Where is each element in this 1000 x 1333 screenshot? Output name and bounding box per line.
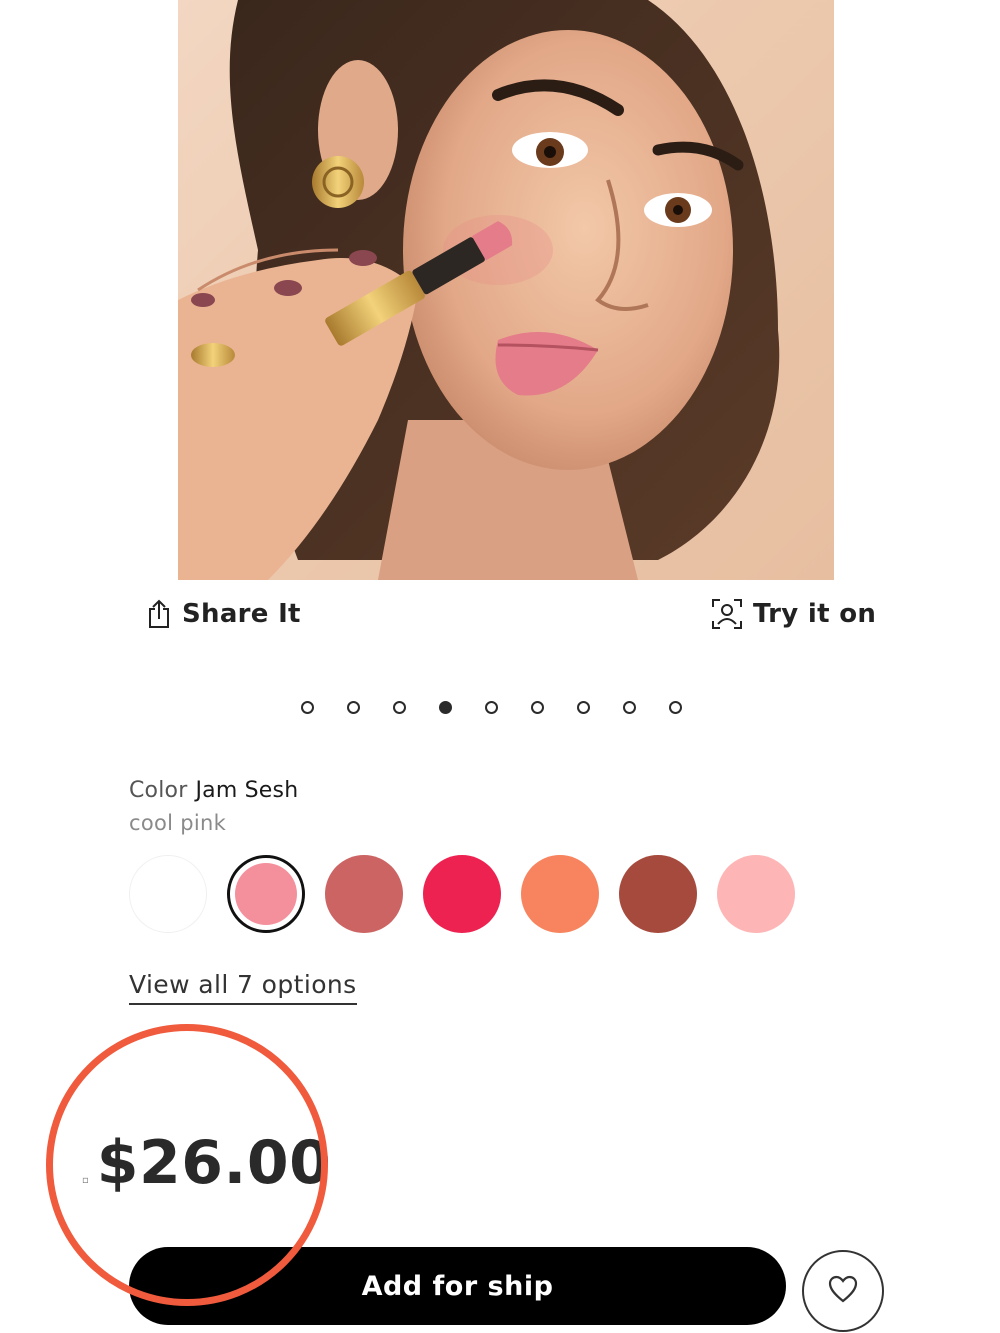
view-all-options-link[interactable]: View all 7 options	[129, 970, 357, 1005]
color-selection-label: Color Jam Sesh	[129, 778, 298, 803]
color-name: Jam Sesh	[195, 778, 299, 803]
color-swatch[interactable]	[423, 855, 501, 933]
carousel-dot[interactable]	[577, 701, 590, 714]
price-block: ▫ $26.00	[82, 1128, 331, 1198]
favorite-button[interactable]	[802, 1250, 884, 1332]
carousel-dot[interactable]	[669, 701, 682, 714]
price: $26.00	[96, 1128, 332, 1198]
share-icon	[146, 599, 172, 629]
swatch-fill	[619, 855, 697, 933]
swatch-fill	[423, 855, 501, 933]
swatch-fill	[325, 855, 403, 933]
color-swatches	[129, 855, 795, 933]
color-swatch-selected[interactable]	[227, 855, 305, 933]
share-label: Share It	[182, 599, 301, 629]
color-swatch[interactable]	[129, 855, 207, 933]
try-on-label: Try it on	[753, 599, 877, 629]
carousel-dot-active[interactable]	[439, 701, 452, 714]
face-scan-icon	[711, 598, 743, 630]
swatch-fill	[129, 855, 207, 933]
shade-description: cool pink	[129, 811, 227, 835]
color-swatch[interactable]	[325, 855, 403, 933]
product-photo-illustration	[178, 0, 780, 580]
share-button[interactable]: Share It	[146, 592, 301, 636]
add-for-ship-button[interactable]: Add for ship	[129, 1247, 786, 1325]
product-image[interactable]	[178, 0, 834, 580]
color-swatch[interactable]	[521, 855, 599, 933]
try-on-button[interactable]: Try it on	[711, 592, 876, 636]
swatch-fill	[235, 863, 297, 925]
carousel-dot[interactable]	[301, 701, 314, 714]
color-label: Color	[129, 778, 188, 803]
swatch-fill	[521, 855, 599, 933]
color-swatch[interactable]	[619, 855, 697, 933]
swatch-fill	[717, 855, 795, 933]
price-info-icon: ▫	[82, 1175, 89, 1186]
carousel-dot[interactable]	[531, 701, 544, 714]
color-swatch[interactable]	[717, 855, 795, 933]
heart-icon	[828, 1275, 858, 1307]
add-for-ship-label: Add for ship	[361, 1270, 554, 1302]
carousel-dot[interactable]	[485, 701, 498, 714]
carousel-dot[interactable]	[347, 701, 360, 714]
carousel-dot[interactable]	[623, 701, 636, 714]
carousel-pagination	[301, 701, 682, 714]
carousel-dot[interactable]	[393, 701, 406, 714]
